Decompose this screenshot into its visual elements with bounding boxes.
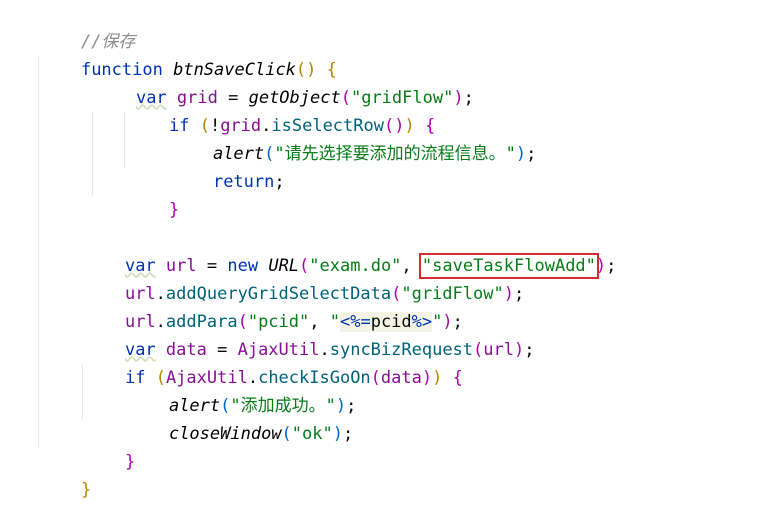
alert-message-select: "请先选择要添加的流程信息。": [274, 144, 516, 164]
code-line-17: }: [80, 480, 92, 500]
url-variable: url: [483, 340, 514, 360]
return-keyword: return: [212, 172, 275, 192]
code-line-6: return;: [212, 172, 285, 192]
indent-guide: [124, 112, 125, 168]
code-line-9: var url = new URL("exam.do", "saveTaskFl…: [124, 253, 617, 279]
code-line-16: }: [124, 452, 136, 472]
closewindow-call: closeWindow: [168, 424, 282, 444]
code-line-14: alert("添加成功。");: [168, 396, 357, 416]
indent-guide: [38, 56, 39, 448]
code-line-3: var grid = getObject("gridFlow");: [135, 88, 474, 108]
code-line-12: var data = AjaxUtil.syncBizRequest(url);: [124, 340, 535, 360]
code-line-4: if (!grid.isSelectRow()) {: [168, 116, 436, 136]
code-line-2: function btnSaveClick() {: [80, 60, 337, 80]
data-variable: data: [380, 368, 422, 388]
indent-guide: [92, 112, 93, 196]
code-line-11: url.addPara("pcid", "<%=pcid%>");: [124, 312, 463, 332]
indent-guide: [82, 364, 83, 420]
code-line-10: url.addQueryGridSelectData("gridFlow");: [124, 284, 525, 304]
code-line-5: alert("请先选择要添加的流程信息。");: [212, 144, 537, 164]
code-line-1: //保存: [40, 0, 135, 52]
code-line-13: if (AjaxUtil.checkIsGoOn(data)) {: [124, 368, 463, 388]
ok-string: "ok": [291, 424, 333, 444]
code-line-7: }: [168, 200, 180, 220]
code-line-15: closeWindow("ok");: [168, 424, 354, 444]
code-editor[interactable]: //保存 function btnSaveClick() { var grid …: [0, 0, 767, 500]
